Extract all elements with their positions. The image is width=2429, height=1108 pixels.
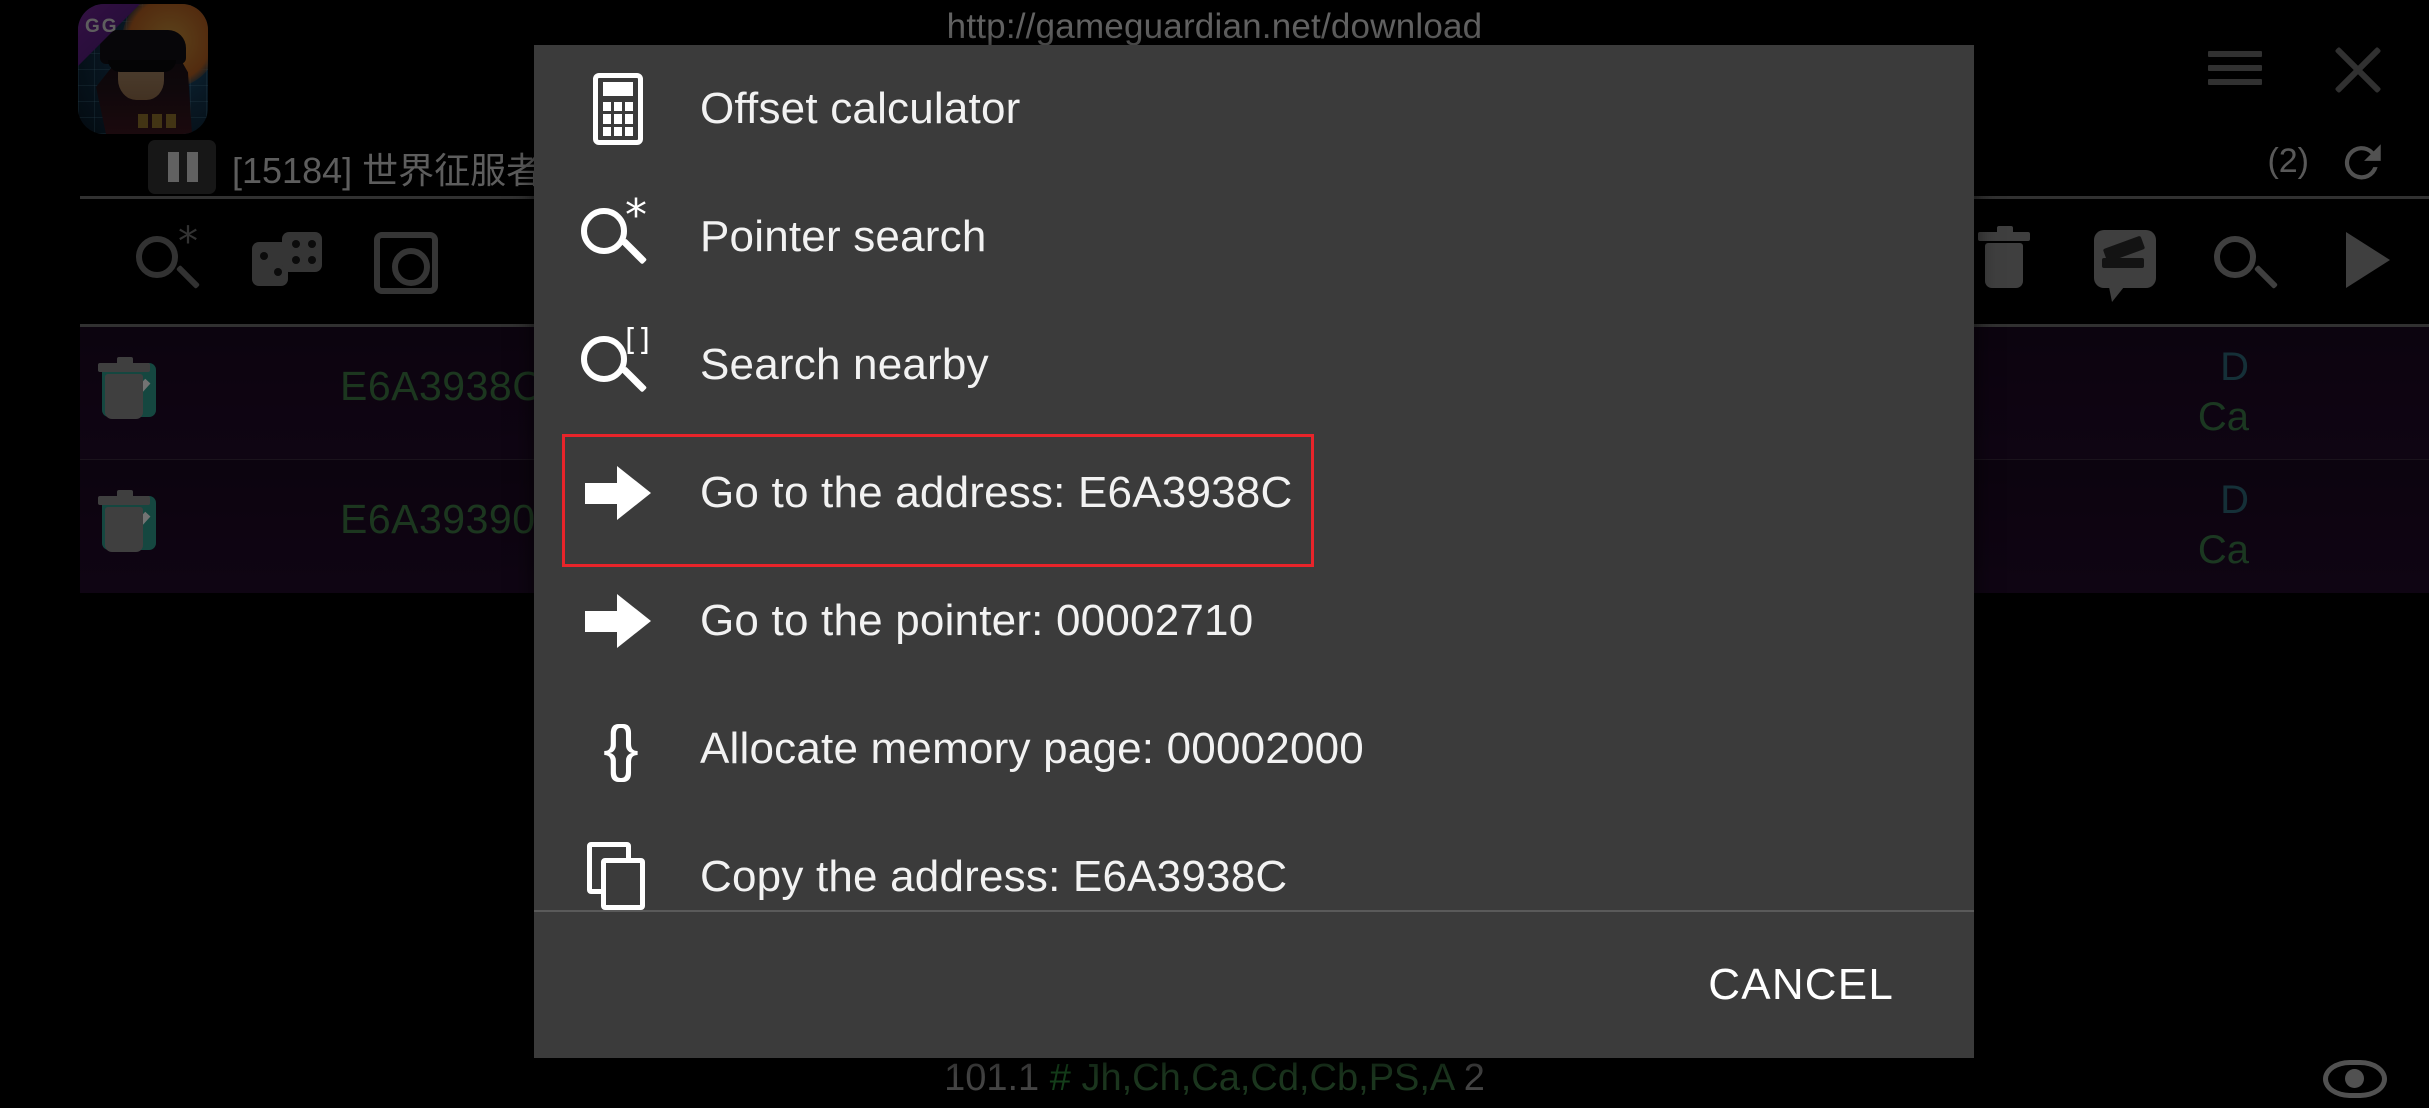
- menu-item-offset-calculator[interactable]: Offset calculator: [534, 45, 1974, 173]
- menu-item-search-nearby[interactable]: [ ] Search nearby: [534, 301, 1974, 429]
- menu-item-label: Copy the address: E6A3938C: [700, 852, 1288, 901]
- calculator-icon: [570, 61, 666, 157]
- menu-item-label: Go to the pointer: 00002710: [700, 596, 1254, 645]
- menu-item-label: Search nearby: [700, 340, 989, 389]
- cancel-button[interactable]: CANCEL: [1690, 948, 1912, 1022]
- context-menu-dialog: Offset calculator * Pointer search [ ] S…: [534, 45, 1974, 1058]
- dialog-actions: CANCEL: [534, 912, 1974, 1058]
- menu-item-pointer-search[interactable]: * Pointer search: [534, 173, 1974, 301]
- arrow-right-icon: [570, 573, 666, 669]
- braces-icon: {}: [603, 714, 639, 783]
- screen-root: http://gameguardian.net/download GG [151…: [0, 0, 2429, 1108]
- menu-item-label: Go to the address: E6A3938C: [700, 468, 1293, 517]
- menu-item-go-to-address[interactable]: Go to the address: E6A3938C: [534, 429, 1974, 557]
- dialog-item-list[interactable]: Offset calculator * Pointer search [ ] S…: [534, 45, 1974, 910]
- magnifier-brackets-icon: [ ]: [570, 317, 666, 413]
- menu-item-label: Allocate memory page: 00002000: [700, 724, 1364, 773]
- magnifier-star-icon: *: [570, 189, 666, 285]
- menu-item-copy-address[interactable]: Copy the address: E6A3938C: [534, 813, 1974, 910]
- copy-icon: [570, 829, 666, 910]
- menu-item-go-to-pointer[interactable]: Go to the pointer: 00002710: [534, 557, 1974, 685]
- menu-item-label: Offset calculator: [700, 84, 1021, 133]
- arrow-right-icon: [570, 445, 666, 541]
- menu-item-label: Pointer search: [700, 212, 987, 261]
- menu-item-allocate-memory-page[interactable]: {} Allocate memory page: 00002000: [534, 685, 1974, 813]
